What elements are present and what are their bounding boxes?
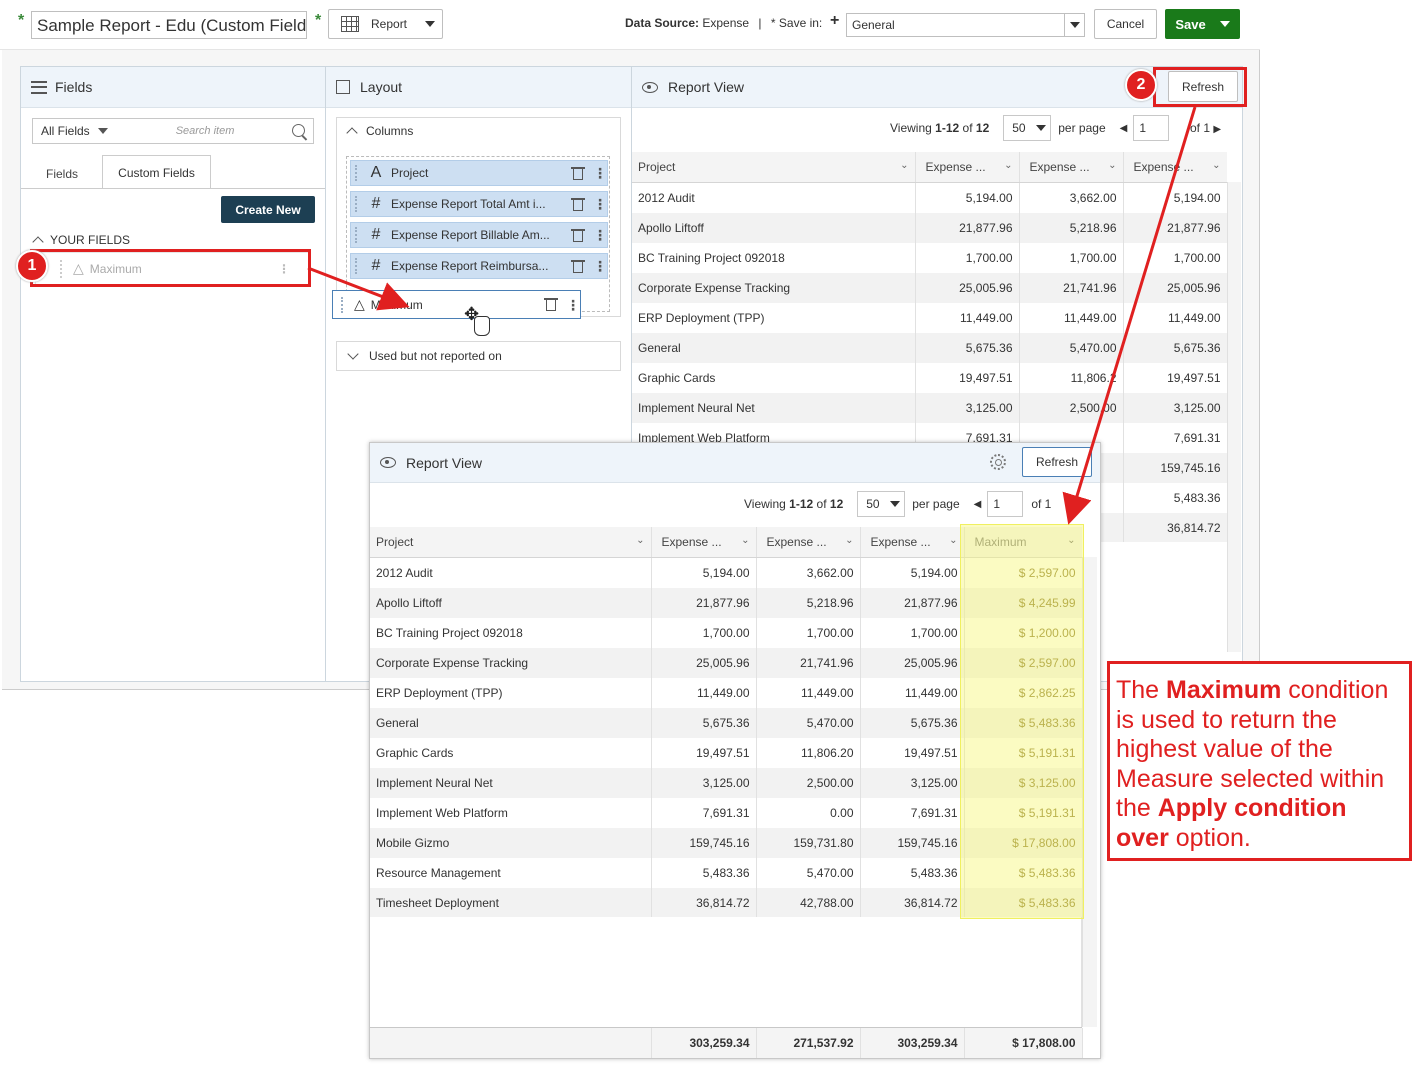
callout-arrows (307, 106, 1197, 525)
arrow-to-maximum-column (1062, 106, 1197, 525)
step-marker-1: 1 (16, 250, 48, 282)
step-marker-2: 2 (1125, 69, 1157, 101)
explanation-note: The Maximum condition is used to return … (1107, 661, 1412, 861)
arrow-to-layout (307, 266, 410, 311)
